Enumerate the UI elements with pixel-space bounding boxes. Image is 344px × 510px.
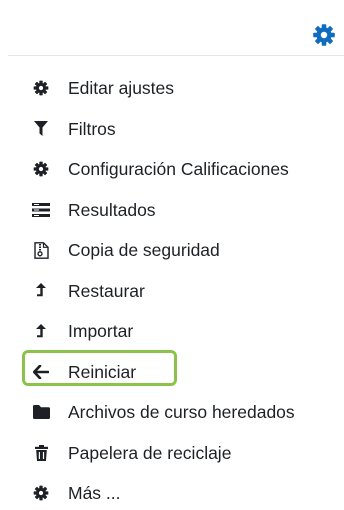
settings-menu-button[interactable] [311,22,337,48]
menu-item-importar[interactable]: Importar [30,311,295,352]
menu-item-label: Papelera de reciclaje [68,442,232,463]
list-icon [32,201,50,219]
menu-item-label: Filtros [68,118,116,139]
menu-item-restaurar[interactable]: Restaurar [30,271,295,312]
menu-item-configuracion-calificaciones[interactable]: Configuración Calificaciones [30,149,295,190]
menu-item-label: Reiniciar [68,361,137,382]
menu-item-label: Configuración Calificaciones [68,159,289,180]
menu-item-label: Copia de seguridad [68,240,220,261]
menu-item-label: Editar ajustes [68,78,175,99]
menu-item-papelera-de-reciclaje[interactable]: Papelera de reciclaje [30,433,295,474]
level-up-icon [32,322,50,340]
folder-icon [32,403,50,421]
gear-icon [32,484,50,502]
menu-item-label: Más ... [68,483,121,504]
menu-item-archivos-de-curso-heredados[interactable]: Archivos de curso heredados [30,392,295,433]
gear-icon [32,160,50,178]
gear-icon [313,24,335,46]
menu-item-mas[interactable]: Más ... [30,473,295,510]
menu-item-copia-de-seguridad[interactable]: Copia de seguridad [30,230,295,271]
menu-item-label: Resultados [68,199,156,220]
trash-icon [32,444,50,462]
menu-item-reiniciar[interactable]: Reiniciar [30,352,295,393]
menu-item-editar-ajustes[interactable]: Editar ajustes [30,68,295,109]
settings-header [8,0,344,56]
filter-icon [32,120,50,138]
level-up-icon [32,282,50,300]
course-admin-menu: Editar ajustes Filtros Configuración Cal… [30,68,295,510]
gear-icon [32,79,50,97]
arrow-left-icon [32,363,50,381]
menu-item-resultados[interactable]: Resultados [30,190,295,231]
menu-item-label: Importar [68,321,134,342]
file-archive-icon [32,241,50,259]
menu-item-label: Archivos de curso heredados [68,402,295,423]
menu-item-filtros[interactable]: Filtros [30,109,295,150]
menu-item-label: Restaurar [68,280,145,301]
